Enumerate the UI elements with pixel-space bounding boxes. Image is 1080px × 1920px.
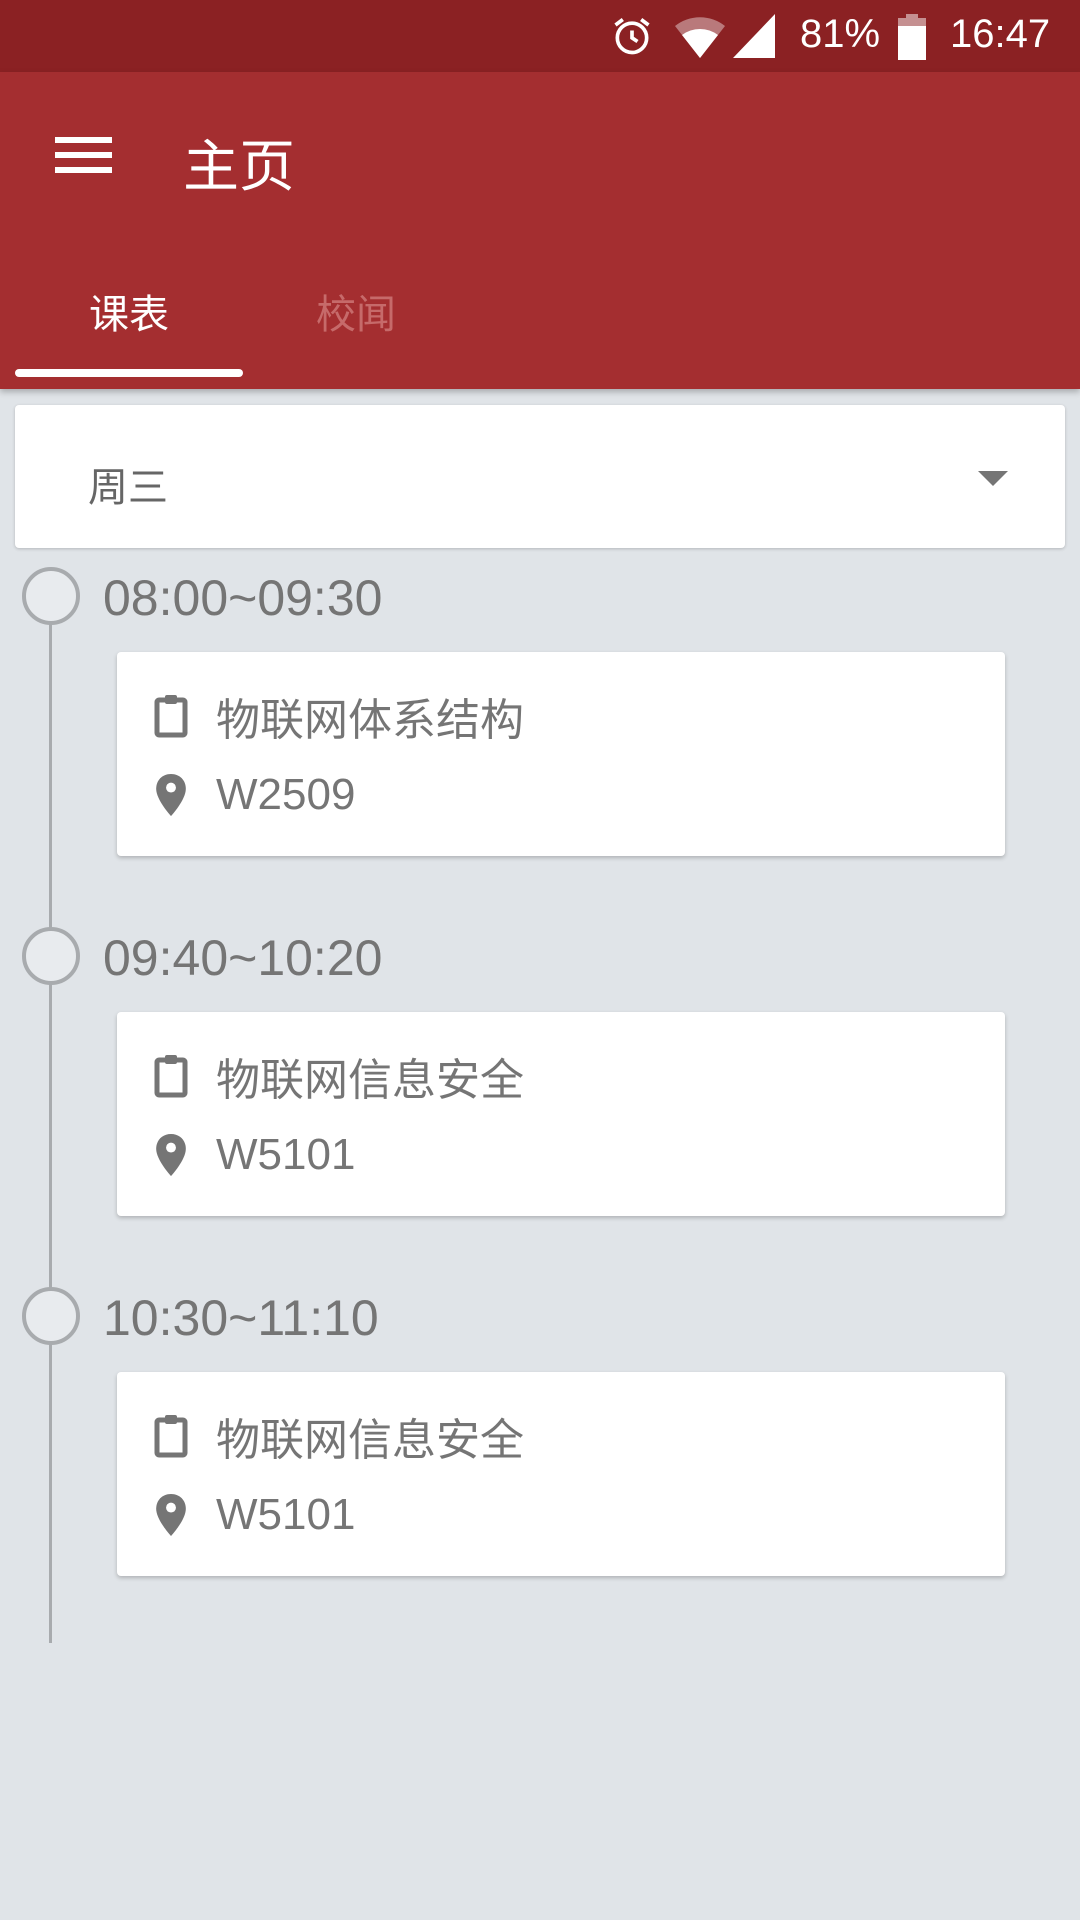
wifi-icon (675, 17, 725, 58)
entry-time: 08:00~09:30 (103, 570, 383, 626)
location-pin-icon (151, 1491, 191, 1539)
day-selector-value: 周三 (88, 465, 168, 511)
menu-icon[interactable] (55, 137, 112, 173)
battery-percent: 81% (800, 12, 881, 56)
battery-icon (898, 14, 926, 60)
tab-news[interactable]: 校闻 (316, 282, 396, 340)
entry-time: 09:40~10:20 (103, 930, 383, 986)
entry-time: 10:30~11:10 (103, 1290, 379, 1346)
timeline-node-icon (22, 1287, 80, 1345)
status-bar: 81% 16:47 (0, 0, 1080, 72)
tab-indicator (15, 369, 243, 377)
app-bar: 主页 课表 校闻 (0, 72, 1080, 389)
clipboard-icon (151, 1412, 191, 1460)
clipboard-icon (151, 1052, 191, 1100)
location-pin-icon (151, 771, 191, 819)
course-name: 物联网体系结构 (216, 696, 524, 745)
timeline-node-icon (22, 567, 80, 625)
timeline-node-icon (22, 927, 80, 985)
location-pin-icon (151, 1131, 191, 1179)
alarm-icon (614, 18, 650, 55)
course-card[interactable]: 物联网体系结构 W2509 (117, 652, 1005, 856)
course-card[interactable]: 物联网信息安全 W5101 (117, 1012, 1005, 1216)
clipboard-icon (151, 692, 191, 740)
day-selector[interactable]: 周三 (15, 405, 1065, 548)
room-name: W5101 (216, 1490, 356, 1539)
schedule-entry: 08:00~09:30 物联网体系结构 W2509 (0, 567, 1080, 955)
course-name: 物联网信息安全 (216, 1416, 524, 1465)
room-name: W5101 (216, 1130, 356, 1179)
schedule-entry: 10:30~11:10 物联网信息安全 W5101 (0, 1287, 1080, 1675)
course-card[interactable]: 物联网信息安全 W5101 (117, 1372, 1005, 1576)
room-name: W2509 (216, 770, 356, 819)
page-title: 主页 (183, 135, 295, 200)
tab-schedule[interactable]: 课表 (89, 282, 169, 340)
dropdown-arrow-icon (978, 471, 1008, 486)
clock: 16:47 (950, 12, 1051, 56)
course-name: 物联网信息安全 (216, 1056, 524, 1105)
schedule-entry: 09:40~10:20 物联网信息安全 W5101 (0, 927, 1080, 1315)
signal-icon (733, 14, 775, 58)
